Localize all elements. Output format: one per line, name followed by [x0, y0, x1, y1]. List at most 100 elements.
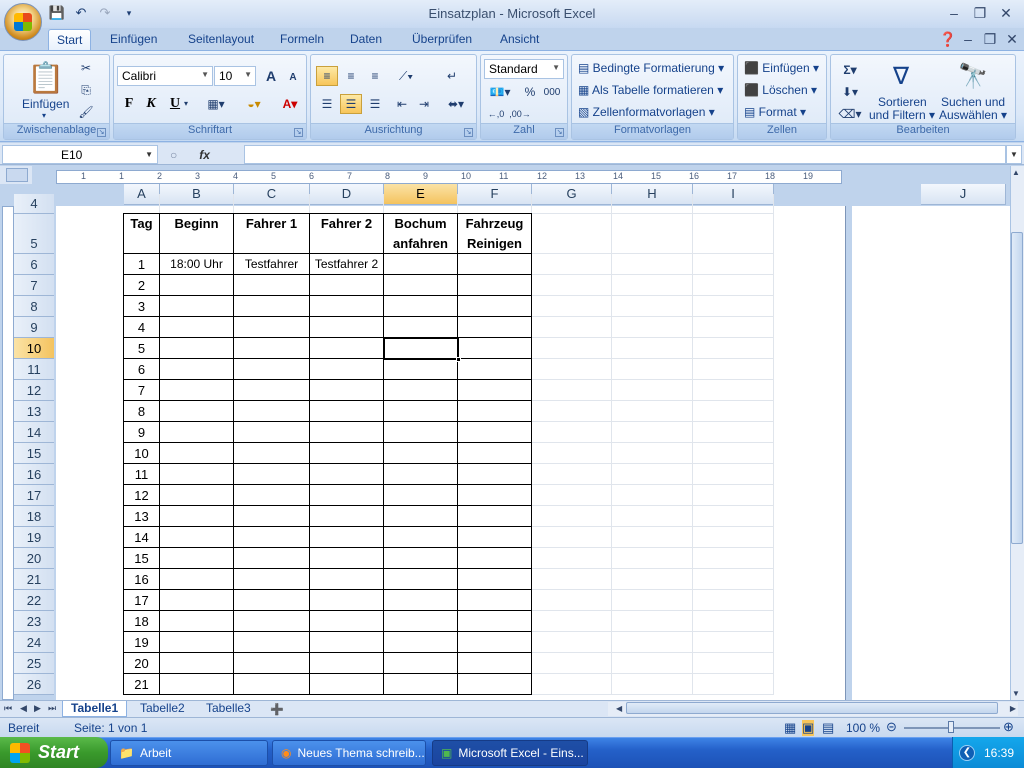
- row-header-20[interactable]: 20: [14, 548, 54, 569]
- name-box[interactable]: E10 ▼: [2, 145, 158, 164]
- row-header-14[interactable]: 14: [14, 422, 54, 443]
- cell-g18[interactable]: [532, 506, 612, 527]
- table-cell[interactable]: [309, 400, 384, 422]
- table-cell[interactable]: [383, 421, 458, 443]
- table-cell[interactable]: [159, 526, 234, 548]
- table-day-cell[interactable]: 4: [123, 316, 160, 338]
- table-cell[interactable]: [233, 295, 310, 317]
- orientation-icon[interactable]: ⟋▾: [391, 66, 421, 86]
- expand-formula-bar-icon[interactable]: ▼: [1006, 145, 1022, 164]
- table-cell[interactable]: [383, 589, 458, 611]
- table-cell[interactable]: [233, 652, 310, 674]
- cell-i22[interactable]: [693, 590, 774, 611]
- align-left-icon[interactable]: ☰: [316, 94, 338, 114]
- table-cell[interactable]: [233, 274, 310, 296]
- cell-i10[interactable]: [693, 338, 774, 359]
- table-cell[interactable]: [159, 274, 234, 296]
- page-break-view-icon[interactable]: ▤: [822, 720, 834, 736]
- cell-g4[interactable]: [532, 194, 612, 214]
- row-header-26[interactable]: 26: [14, 674, 54, 695]
- cell-i13[interactable]: [693, 401, 774, 422]
- table-day-cell[interactable]: 1: [123, 253, 160, 275]
- taskbar-item-excel[interactable]: ▣ Microsoft Excel - Eins...: [432, 740, 588, 766]
- table-day-cell[interactable]: 9: [123, 421, 160, 443]
- row-header-23[interactable]: 23: [14, 611, 54, 632]
- table-cell[interactable]: [309, 337, 384, 359]
- table-cell[interactable]: [309, 652, 384, 674]
- table-day-cell[interactable]: 20: [123, 652, 160, 674]
- cell-i6[interactable]: [693, 254, 774, 275]
- row-header-16[interactable]: 16: [14, 464, 54, 485]
- cell-g13[interactable]: [532, 401, 612, 422]
- table-day-cell[interactable]: 15: [123, 547, 160, 569]
- restore-icon[interactable]: ❐: [968, 4, 992, 22]
- save-icon[interactable]: 💾: [48, 4, 66, 22]
- table-day-cell[interactable]: 13: [123, 505, 160, 527]
- cell-h15[interactable]: [612, 443, 693, 464]
- table-cell[interactable]: [309, 379, 384, 401]
- table-cell[interactable]: [309, 316, 384, 338]
- table-cell[interactable]: [457, 358, 532, 380]
- customize-qat-icon[interactable]: ▾: [120, 4, 138, 22]
- cell-h8[interactable]: [612, 296, 693, 317]
- align-middle-icon[interactable]: ≡: [340, 66, 362, 86]
- table-cell[interactable]: [159, 295, 234, 317]
- cell-g9[interactable]: [532, 317, 612, 338]
- cell-h4[interactable]: [612, 194, 693, 214]
- table-cell[interactable]: [309, 589, 384, 611]
- table-cell[interactable]: [159, 505, 234, 527]
- table-cell[interactable]: [383, 631, 458, 653]
- formula-cancel-icon[interactable]: ○: [170, 148, 177, 162]
- cell-g17[interactable]: [532, 485, 612, 506]
- insert-sheet-icon[interactable]: ➕: [270, 703, 284, 716]
- show-hidden-icons-icon[interactable]: ❮: [959, 745, 975, 761]
- cell-i15[interactable]: [693, 443, 774, 464]
- cell-h13[interactable]: [612, 401, 693, 422]
- cell-h24[interactable]: [612, 632, 693, 653]
- table-cell[interactable]: [383, 484, 458, 506]
- sort-filter-label-1[interactable]: Sortieren: [878, 95, 927, 109]
- table-day-cell[interactable]: 18: [123, 610, 160, 632]
- cell-i25[interactable]: [693, 653, 774, 674]
- table-cell[interactable]: [457, 673, 532, 695]
- table-cell[interactable]: [309, 631, 384, 653]
- table-day-cell[interactable]: 5: [123, 337, 160, 359]
- cell-g23[interactable]: [532, 611, 612, 632]
- cell-a4[interactable]: [124, 194, 160, 214]
- table-cell[interactable]: [309, 274, 384, 296]
- table-cell[interactable]: [159, 463, 234, 485]
- table-cell[interactable]: [383, 253, 458, 275]
- cell-h17[interactable]: [612, 485, 693, 506]
- sheet-tab-tabelle1[interactable]: Tabelle1: [62, 701, 128, 717]
- table-cell[interactable]: [159, 421, 234, 443]
- table-cell[interactable]: 18:00 Uhr: [159, 253, 234, 275]
- next-sheet-icon[interactable]: ▶: [34, 703, 41, 714]
- cell-g21[interactable]: [532, 569, 612, 590]
- sort-filter-icon[interactable]: ∇: [883, 59, 919, 93]
- table-cell[interactable]: [457, 253, 532, 275]
- table-cell[interactable]: [159, 589, 234, 611]
- cell-d4[interactable]: [310, 194, 384, 214]
- table-cell[interactable]: [233, 673, 310, 695]
- align-center-icon[interactable]: ☰: [340, 94, 362, 114]
- table-cell[interactable]: [159, 673, 234, 695]
- cell-i17[interactable]: [693, 485, 774, 506]
- cell-g12[interactable]: [532, 380, 612, 401]
- clipboard-launcher-icon[interactable]: ↘: [97, 128, 106, 137]
- table-day-cell[interactable]: 14: [123, 526, 160, 548]
- table-cell[interactable]: [383, 316, 458, 338]
- table-cell[interactable]: [383, 463, 458, 485]
- font-color-icon[interactable]: A▾: [276, 94, 304, 114]
- table-day-cell[interactable]: 6: [123, 358, 160, 380]
- table-day-cell[interactable]: 11: [123, 463, 160, 485]
- cell-i19[interactable]: [693, 527, 774, 548]
- table-cell[interactable]: [457, 421, 532, 443]
- column-header-j[interactable]: J: [921, 184, 1006, 205]
- number-launcher-icon[interactable]: ↘: [555, 128, 564, 137]
- table-cell[interactable]: [233, 337, 310, 359]
- table-cell[interactable]: [309, 547, 384, 569]
- cell-i5[interactable]: [693, 214, 774, 254]
- table-cell[interactable]: [309, 526, 384, 548]
- row-header-17[interactable]: 17: [14, 485, 54, 506]
- taskbar-item-firefox[interactable]: ◉ Neues Thema schreib...: [272, 740, 426, 766]
